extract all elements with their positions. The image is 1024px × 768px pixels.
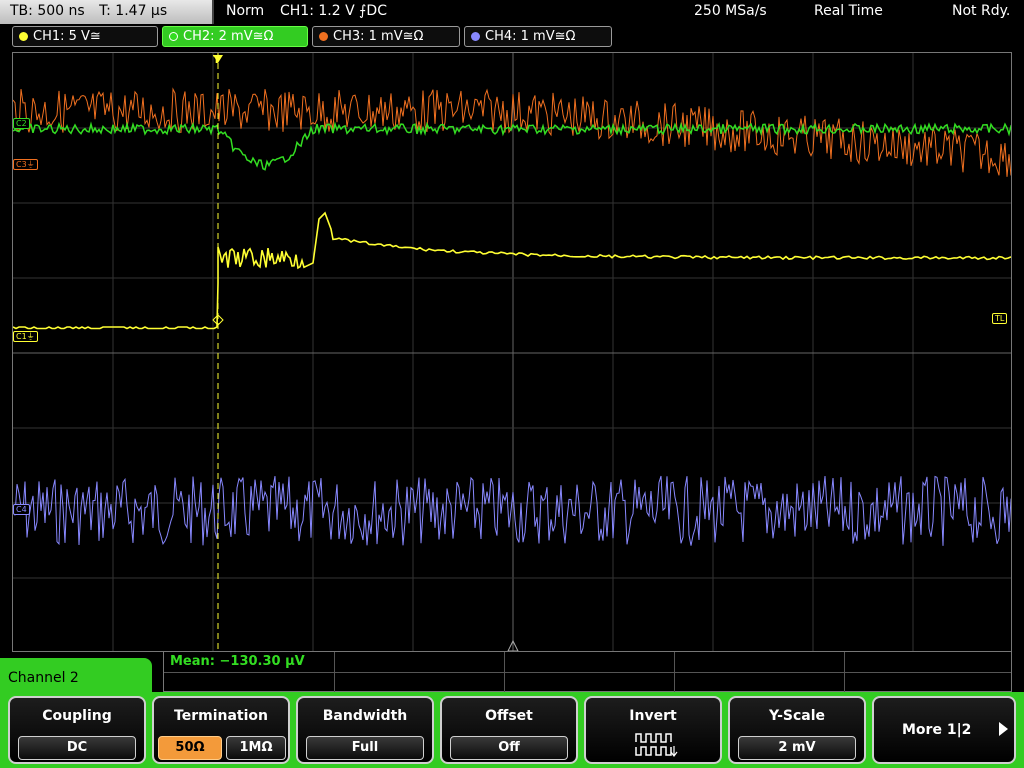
tab-ch4-label: CH4: 1 mV≅Ω bbox=[485, 29, 576, 44]
tab-ch2-label: CH2: 2 mV≅Ω bbox=[183, 29, 274, 44]
ready-state: Not Rdy. bbox=[952, 3, 1011, 19]
yscale-value[interactable]: 2 mV bbox=[738, 736, 856, 760]
termination-1mohm[interactable]: 1MΩ bbox=[226, 736, 286, 760]
trigger-level-marker[interactable]: TL bbox=[992, 313, 1008, 324]
ch4-color-dot bbox=[471, 32, 480, 41]
coupling-value[interactable]: DC bbox=[18, 736, 136, 760]
ch3-marker[interactable]: C3⏚ bbox=[13, 159, 38, 170]
invert-softkey[interactable]: Invert bbox=[584, 696, 722, 764]
trigger-time-value: T: 1.47 µs bbox=[99, 3, 168, 19]
bandwidth-softkey[interactable]: Bandwidth Full bbox=[296, 696, 434, 764]
offset-value[interactable]: Off bbox=[450, 736, 568, 760]
yscale-softkey[interactable]: Y-Scale 2 mV bbox=[728, 696, 866, 764]
meas-cell-divider bbox=[844, 652, 845, 692]
graticule bbox=[13, 53, 1011, 651]
active-channel-text: Channel 2 bbox=[8, 670, 79, 686]
offset-softkey[interactable]: Offset Off bbox=[440, 696, 578, 764]
trigger-info[interactable]: CH1: 1.2 V ⨍DC bbox=[280, 3, 387, 19]
meas-cell-divider bbox=[504, 652, 505, 692]
meas-cell-divider bbox=[334, 652, 335, 692]
ch1-marker[interactable]: C1⏚ bbox=[13, 331, 38, 342]
ch3-color-dot bbox=[319, 32, 328, 41]
termination-title: Termination bbox=[174, 708, 268, 724]
termination-softkey[interactable]: Termination 50Ω 1MΩ bbox=[152, 696, 290, 764]
yscale-title: Y-Scale bbox=[768, 708, 825, 724]
sample-rate: 250 MSa/s bbox=[694, 3, 767, 19]
invert-waveform-icon bbox=[635, 733, 678, 757]
tab-ch2[interactable]: CH2: 2 mV≅Ω bbox=[162, 26, 308, 47]
tab-ch1[interactable]: CH1: 5 V≅ bbox=[12, 26, 158, 47]
measurement-bar: Mean: −130.30 µV bbox=[163, 652, 1012, 692]
more-softkey[interactable]: More 1|2 bbox=[872, 696, 1016, 764]
timebase-value: TB: 500 ns bbox=[10, 3, 85, 19]
ch1-trace bbox=[13, 211, 1011, 330]
ch2-marker[interactable]: C2 bbox=[13, 118, 30, 129]
mean-measurement[interactable]: Mean: −130.30 µV bbox=[170, 654, 305, 669]
tab-ch3[interactable]: CH3: 1 mV≅Ω bbox=[312, 26, 460, 47]
bandwidth-title: Bandwidth bbox=[322, 708, 408, 724]
softkey-bar: Coupling DC Termination 50Ω 1MΩ Bandwidt… bbox=[0, 692, 1024, 768]
ch1-color-dot bbox=[19, 32, 28, 41]
meas-cell-divider bbox=[674, 652, 675, 692]
tab-ch4[interactable]: CH4: 1 mV≅Ω bbox=[464, 26, 612, 47]
ch2-color-dot bbox=[169, 32, 178, 41]
acquisition-type: Real Time bbox=[814, 3, 883, 19]
trigger-point-marker[interactable]: T bbox=[213, 53, 221, 66]
more-label: More 1|2 bbox=[902, 722, 972, 738]
tab-ch3-label: CH3: 1 mV≅Ω bbox=[333, 29, 424, 44]
coupling-title: Coupling bbox=[42, 708, 112, 724]
meas-divider bbox=[164, 672, 1011, 673]
termination-50ohm[interactable]: 50Ω bbox=[158, 736, 222, 760]
waveform-display[interactable]: C3⏚ C2 C1⏚ C4 TL T bbox=[12, 52, 1012, 652]
invert-title: Invert bbox=[629, 708, 677, 724]
bandwidth-value[interactable]: Full bbox=[306, 736, 424, 760]
channel-tabs: CH1: 5 V≅ CH2: 2 mV≅Ω CH3: 1 mV≅Ω CH4: 1… bbox=[0, 26, 1024, 48]
coupling-softkey[interactable]: Coupling DC bbox=[8, 696, 146, 764]
timebase-box[interactable]: TB: 500 ns T: 1.47 µs bbox=[0, 0, 214, 24]
acquisition-mode[interactable]: Norm bbox=[226, 3, 264, 19]
ch4-marker[interactable]: C4 bbox=[13, 504, 30, 515]
tab-ch1-label: CH1: 5 V≅ bbox=[33, 29, 101, 44]
offset-title: Offset bbox=[485, 708, 533, 724]
waveform-canvas bbox=[13, 53, 1011, 651]
arrow-right-icon bbox=[999, 722, 1008, 736]
status-bar: TB: 500 ns T: 1.47 µs Norm CH1: 1.2 V ⨍D… bbox=[0, 0, 1024, 24]
